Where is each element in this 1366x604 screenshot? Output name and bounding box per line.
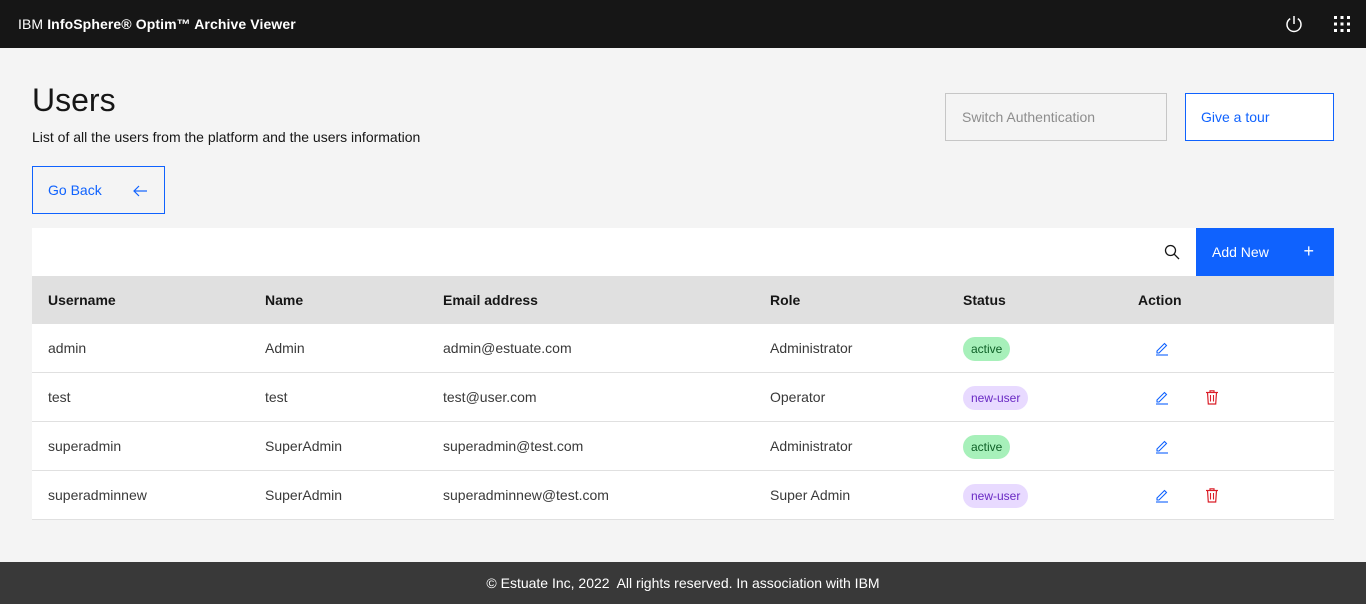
page-title: Users [32, 82, 116, 118]
cell-email: superadminnew@test.com [443, 487, 609, 503]
go-back-label: Go Back [48, 182, 102, 198]
brand-prefix: IBM [18, 16, 48, 32]
add-new-button[interactable]: Add New + [1196, 228, 1334, 276]
cell-role: Super Admin [770, 487, 851, 503]
power-icon[interactable] [1270, 0, 1318, 48]
cell-username: superadmin [48, 438, 122, 454]
header-actions [1270, 0, 1366, 48]
brand-name: InfoSphere® Optim™ Archive Viewer [47, 16, 296, 32]
table-header: Username Name Email address Role Status … [32, 276, 1334, 324]
cell-username: test [48, 389, 71, 405]
status-badge: active [963, 435, 1011, 459]
switch-authentication-button[interactable]: Switch Authentication [945, 93, 1167, 141]
column-header-status[interactable]: Status [963, 276, 1006, 324]
search-icon[interactable] [1148, 228, 1196, 276]
app-switcher-icon[interactable] [1318, 0, 1366, 48]
column-header-username[interactable]: Username [48, 276, 116, 324]
column-header-role[interactable]: Role [770, 276, 800, 324]
cell-name: Admin [265, 340, 305, 356]
cell-username: admin [48, 340, 87, 356]
status-badge: new-user [963, 386, 1029, 410]
cell-role: Administrator [770, 438, 853, 454]
edit-icon[interactable] [1153, 437, 1171, 455]
cell-email: admin@estuate.com [443, 340, 572, 356]
cell-name: SuperAdmin [265, 438, 343, 454]
app-title[interactable]: IBM InfoSphere® Optim™ Archive Viewer [18, 16, 296, 32]
table-row: test test test@user.com Operator new-use… [32, 373, 1334, 422]
table-row: admin Admin admin@estuate.com Administra… [32, 324, 1334, 373]
trash-icon[interactable] [1203, 388, 1221, 406]
give-a-tour-button[interactable]: Give a tour [1185, 93, 1334, 141]
footer: © Estuate Inc, 2022 All rights reserved.… [0, 562, 1366, 604]
table-row: superadminnew SuperAdmin superadminnew@t… [32, 471, 1334, 520]
plus-icon: + [1303, 241, 1314, 261]
cell-email: superadmin@test.com [443, 438, 584, 454]
cell-role: Administrator [770, 340, 853, 356]
edit-icon[interactable] [1153, 388, 1171, 406]
cell-name: test [265, 389, 288, 405]
column-header-name[interactable]: Name [265, 276, 303, 324]
table-row: superadmin SuperAdmin superadmin@test.co… [32, 422, 1334, 471]
cell-email: test@user.com [443, 389, 537, 405]
status-badge: active [963, 337, 1011, 361]
page-subtitle: List of all the users from the platform … [32, 129, 421, 145]
go-back-button[interactable]: Go Back [32, 166, 165, 214]
cell-role: Operator [770, 389, 826, 405]
edit-icon[interactable] [1153, 339, 1171, 357]
edit-icon[interactable] [1153, 486, 1171, 504]
column-header-action: Action [1138, 292, 1182, 308]
top-navigation-bar: IBM InfoSphere® Optim™ Archive Viewer [0, 0, 1366, 48]
add-new-label: Add New [1212, 244, 1269, 260]
table-toolbar: Add New + [32, 228, 1334, 276]
cell-name: SuperAdmin [265, 487, 343, 503]
cell-username: superadminnew [48, 487, 147, 503]
status-badge: new-user [963, 484, 1029, 508]
users-table: Username Name Email address Role Status … [32, 276, 1334, 520]
arrow-left-icon [133, 185, 147, 197]
footer-text: © Estuate Inc, 2022 All rights reserved.… [486, 575, 880, 591]
trash-icon[interactable] [1203, 486, 1221, 504]
column-header-email[interactable]: Email address [443, 276, 538, 324]
